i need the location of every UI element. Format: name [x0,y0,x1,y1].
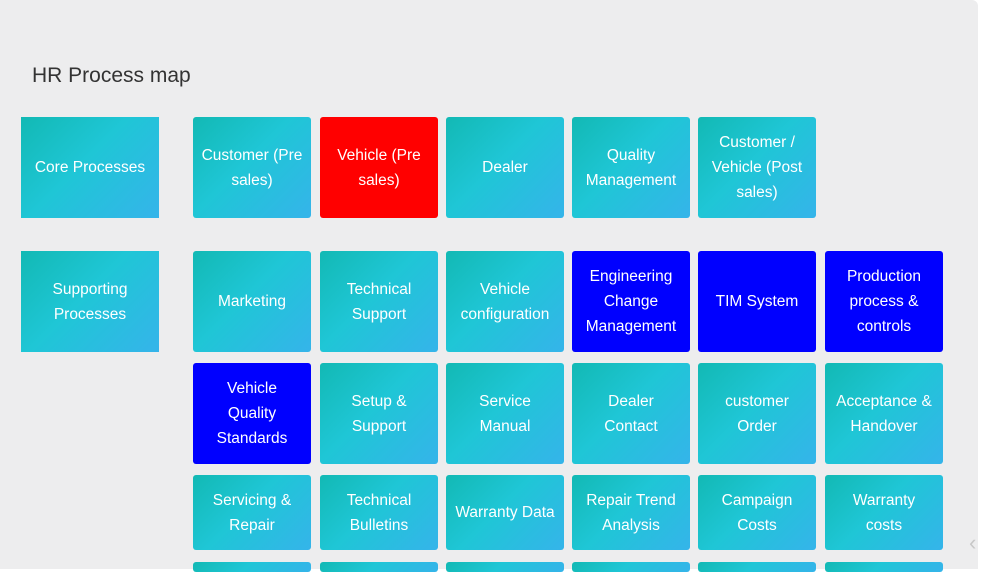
tile-servicing-repair[interactable]: Servicing & Repair [193,475,311,550]
chevron-left-icon[interactable]: ‹ [969,530,976,556]
tile-label: Vehicle configuration [460,280,550,323]
tile-customer-vehicle-post-sales[interactable]: Customer / Vehicle (Post sales) [698,117,816,218]
category-label: Supporting Processes [52,280,128,323]
tile-marketing[interactable]: Marketing [193,251,311,352]
process-map-panel: HR Process map Core Processes Supporting… [0,0,978,572]
tile-vehicle-quality-standards[interactable]: Vehicle Quality Standards [193,363,311,464]
tile-dealer-contact[interactable]: Dealer Contact [572,363,690,464]
category-supporting-processes[interactable]: Supporting Processes [21,251,159,352]
tile-label: Dealer Contact [604,392,658,435]
tile-partial[interactable] [320,562,438,572]
tile-quality-management[interactable]: Quality Management [572,117,690,218]
tile-campaign-costs[interactable]: Campaign Costs [698,475,816,550]
tile-service-manual[interactable]: Service Manual [446,363,564,464]
category-core-processes[interactable]: Core Processes [21,117,159,218]
tile-label: customer Order [725,392,789,435]
tile-warranty-data[interactable]: Warranty Data [446,475,564,550]
tile-vehicle-pre-sales[interactable]: Vehicle (Pre sales) [320,117,438,218]
tile-dealer[interactable]: Dealer [446,117,564,218]
tile-label: Servicing & Repair [212,491,292,534]
tile-partial[interactable] [446,562,564,572]
tile-label: Quality Management [585,146,677,189]
tile-label: Campaign Costs [721,491,793,534]
tile-engineering-change-management[interactable]: Engineering Change Management [572,251,690,352]
tile-production-process-controls[interactable]: Production process & controls [825,251,943,352]
tile-partial[interactable] [825,562,943,572]
tile-label: Vehicle Quality Standards [216,380,288,447]
tile-customer-pre-sales[interactable]: Customer (Pre sales) [193,117,311,218]
tile-technical-support[interactable]: Technical Support [320,251,438,352]
tile-label: Customer (Pre sales) [201,146,303,189]
tile-label: Service Manual [479,392,531,435]
tile-setup-support[interactable]: Setup & Support [320,363,438,464]
tile-label: Acceptance & Handover [836,392,932,435]
tile-partial[interactable] [193,562,311,572]
tile-partial[interactable] [572,562,690,572]
tile-repair-trend-analysis[interactable]: Repair Trend Analysis [572,475,690,550]
tile-label: Vehicle (Pre sales) [337,146,421,189]
tile-warranty-costs[interactable]: Warranty costs [825,475,943,550]
tile-label: Warranty Data [455,504,555,521]
tile-label: Production process & controls [846,268,922,335]
category-label: Core Processes [34,159,146,176]
tile-vehicle-configuration[interactable]: Vehicle configuration [446,251,564,352]
tile-label: Repair Trend Analysis [586,491,676,534]
tile-tim-system[interactable]: TIM System [698,251,816,352]
tile-label: Warranty costs [852,491,916,534]
tile-label: Setup & Support [351,392,407,435]
tile-customer-order[interactable]: customer Order [698,363,816,464]
tile-label: Engineering Change Management [585,268,677,335]
tile-label: Technical Bulletins [346,491,412,534]
tile-acceptance-handover[interactable]: Acceptance & Handover [825,363,943,464]
tile-label: Customer / Vehicle (Post sales) [711,134,803,201]
tile-technical-bulletins[interactable]: Technical Bulletins [320,475,438,550]
tile-label: Technical Support [346,280,412,323]
tile-partial[interactable] [698,562,816,572]
tile-label: Marketing [217,293,287,310]
page-title: HR Process map [32,64,191,87]
tile-label: Dealer [482,159,528,176]
tile-label: TIM System [715,293,799,310]
